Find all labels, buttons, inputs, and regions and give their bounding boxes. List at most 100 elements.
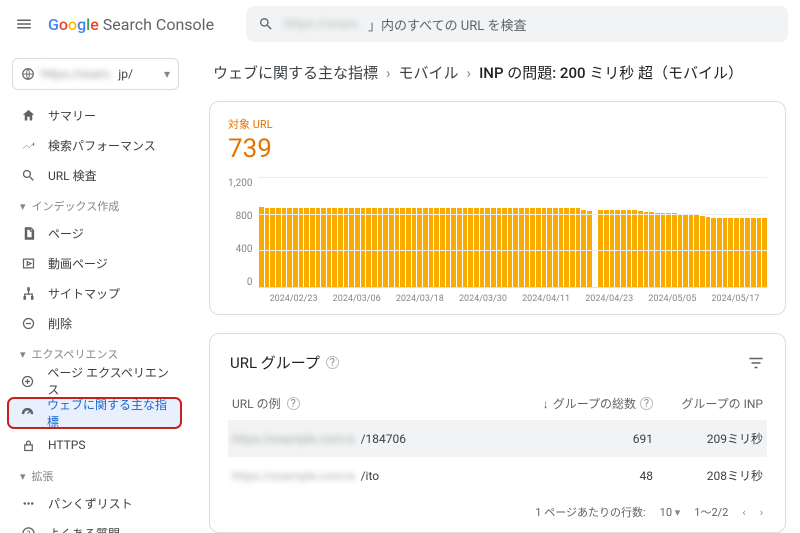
sidebar-item-label: 削除 bbox=[48, 315, 72, 332]
x-tick: 2024/05/17 bbox=[704, 294, 767, 304]
sidebar-item-label: ウェブに関する主な指標 bbox=[47, 396, 169, 430]
remove-icon bbox=[20, 316, 36, 331]
chart-bar bbox=[694, 215, 699, 287]
col-header-inp[interactable]: グループの INP bbox=[653, 395, 763, 412]
property-selector[interactable]: https://exam. jp/ ▾ bbox=[12, 58, 179, 90]
chart-bar bbox=[344, 208, 349, 287]
chart-bar bbox=[757, 218, 762, 287]
table-row[interactable]: https://example.com/a/ito 48208ミリ秒 bbox=[228, 457, 767, 494]
chart-bar bbox=[502, 208, 507, 287]
group-count: 48 bbox=[523, 469, 653, 483]
chart-bar bbox=[429, 208, 434, 287]
sidebar-item-speed[interactable]: ウェブに関する主な指標 bbox=[8, 398, 181, 428]
url-suffix: /ito bbox=[361, 469, 380, 483]
chart-bar bbox=[547, 208, 552, 287]
filter-button[interactable] bbox=[747, 354, 765, 372]
chart-bar bbox=[276, 208, 281, 287]
group-inp: 208ミリ秒 bbox=[653, 467, 763, 484]
x-tick: 2024/02/23 bbox=[262, 294, 325, 304]
sidebar-item-faq[interactable]: ?よくある質問 bbox=[0, 518, 187, 533]
sidebar-item-sitemap[interactable]: サイトマップ bbox=[0, 278, 187, 308]
chart-card: 対象 URL 739 1,2008004000 2024/02/232024/0… bbox=[209, 101, 786, 315]
sidebar-item-remove[interactable]: 削除 bbox=[0, 308, 187, 338]
help-icon[interactable]: ? bbox=[287, 397, 300, 410]
chart-bar bbox=[576, 208, 581, 287]
product-logo: Google Search Console bbox=[48, 15, 214, 34]
sidebar-group-label[interactable]: ▾ 拡張 bbox=[0, 460, 187, 488]
video-icon bbox=[20, 256, 36, 271]
chart-bar bbox=[728, 218, 733, 287]
chart-bar bbox=[270, 208, 275, 287]
sidebar-item-lock[interactable]: HTTPS bbox=[0, 430, 187, 460]
chart-bar bbox=[440, 208, 445, 287]
chart-bars bbox=[258, 178, 767, 288]
sidebar-item-label: ページ エクスペリエンス bbox=[47, 364, 175, 398]
hamburger-menu[interactable] bbox=[12, 12, 36, 36]
trend-icon bbox=[20, 138, 36, 153]
sidebar-item-pages[interactable]: ページ bbox=[0, 218, 187, 248]
chart-bar bbox=[706, 217, 711, 287]
chart-bar bbox=[530, 208, 535, 287]
y-tick: 0 bbox=[247, 277, 253, 288]
breadcrumb-sep-icon: › bbox=[386, 64, 391, 82]
chart-bar bbox=[519, 208, 524, 287]
sidebar-item-label: サマリー bbox=[48, 107, 96, 124]
chart-bar bbox=[717, 218, 722, 287]
rows-per-page-select[interactable]: 10 ▾ bbox=[660, 506, 681, 519]
table-row[interactable]: https://example.com/a/184706691209ミリ秒 bbox=[228, 420, 767, 457]
chart-bar bbox=[468, 208, 473, 287]
chart-bar bbox=[700, 216, 705, 287]
x-tick: 2024/04/23 bbox=[578, 294, 641, 304]
chart-bar bbox=[361, 208, 366, 287]
sidebar-item-label: 検索パフォーマンス bbox=[48, 137, 156, 154]
plus-circle-icon bbox=[20, 374, 35, 389]
chart-bar bbox=[508, 208, 513, 287]
sidebar-item-breadcrumb[interactable]: パンくずリスト bbox=[0, 488, 187, 518]
rows-per-page-label: 1 ページあたりの行数: bbox=[535, 504, 645, 520]
chart-bar bbox=[349, 208, 354, 287]
breadcrumb-item[interactable]: モバイル bbox=[399, 62, 459, 83]
chart-bar bbox=[378, 208, 383, 287]
chart-bar bbox=[395, 208, 400, 287]
faq-icon: ? bbox=[20, 526, 36, 533]
chart-bar bbox=[299, 208, 304, 287]
next-page-button[interactable]: › bbox=[760, 506, 763, 519]
chart-bar bbox=[355, 208, 360, 287]
chart-bar bbox=[321, 208, 326, 287]
sidebar-group-label[interactable]: ▾ インデックス作成 bbox=[0, 190, 187, 218]
y-tick: 1,200 bbox=[228, 178, 252, 189]
chart-bar bbox=[282, 208, 287, 287]
sidebar-group-label[interactable]: ▾ エクスペリエンス bbox=[0, 338, 187, 366]
chart-bar bbox=[570, 208, 575, 287]
col-header-count[interactable]: ↓ グループの総数 ? bbox=[523, 395, 653, 412]
sidebar-item-plus-circle[interactable]: ページ エクスペリエンス bbox=[0, 366, 187, 396]
url-groups-card: URL グループ ? URL の例 ? ↓ グループの総数 ? bbox=[209, 333, 786, 533]
chart-bar bbox=[434, 208, 439, 287]
url-prefix: https://example.com/a bbox=[232, 469, 355, 483]
sidebar-item-video[interactable]: 動画ページ bbox=[0, 248, 187, 278]
chart-bar bbox=[463, 208, 468, 287]
chart-bar bbox=[389, 208, 394, 287]
url-inspect-search[interactable]: https://exam 」内のすべての URL を検査 bbox=[246, 6, 788, 42]
sidebar-item-trend[interactable]: 検索パフォーマンス bbox=[0, 130, 187, 160]
chart-bar bbox=[536, 208, 541, 287]
chart-bar bbox=[621, 210, 626, 287]
chart-bar bbox=[304, 208, 309, 287]
sidebar-item-label: 動画ページ bbox=[48, 255, 108, 272]
chart-bar bbox=[412, 208, 417, 287]
sidebar-item-label: サイトマップ bbox=[48, 285, 120, 302]
prev-page-button[interactable]: ‹ bbox=[742, 506, 745, 519]
sidebar-item-search[interactable]: URL 検査 bbox=[0, 160, 187, 190]
sidebar-item-home[interactable]: サマリー bbox=[0, 100, 187, 130]
help-icon[interactable]: ? bbox=[326, 356, 339, 369]
help-icon[interactable]: ? bbox=[640, 397, 653, 410]
chart-bar bbox=[259, 207, 264, 287]
breadcrumb-item[interactable]: ウェブに関する主な指標 bbox=[213, 62, 378, 83]
sidebar-item-label: HTTPS bbox=[48, 438, 86, 452]
chart-bar bbox=[332, 208, 337, 287]
home-icon bbox=[20, 108, 36, 123]
chart-bar bbox=[372, 208, 377, 287]
col-header-url[interactable]: URL の例 ? bbox=[232, 395, 523, 412]
y-tick: 800 bbox=[236, 211, 253, 222]
breadcrumb-current: INP の問題: 200 ミリ秒 超（モバイル） bbox=[479, 62, 743, 83]
